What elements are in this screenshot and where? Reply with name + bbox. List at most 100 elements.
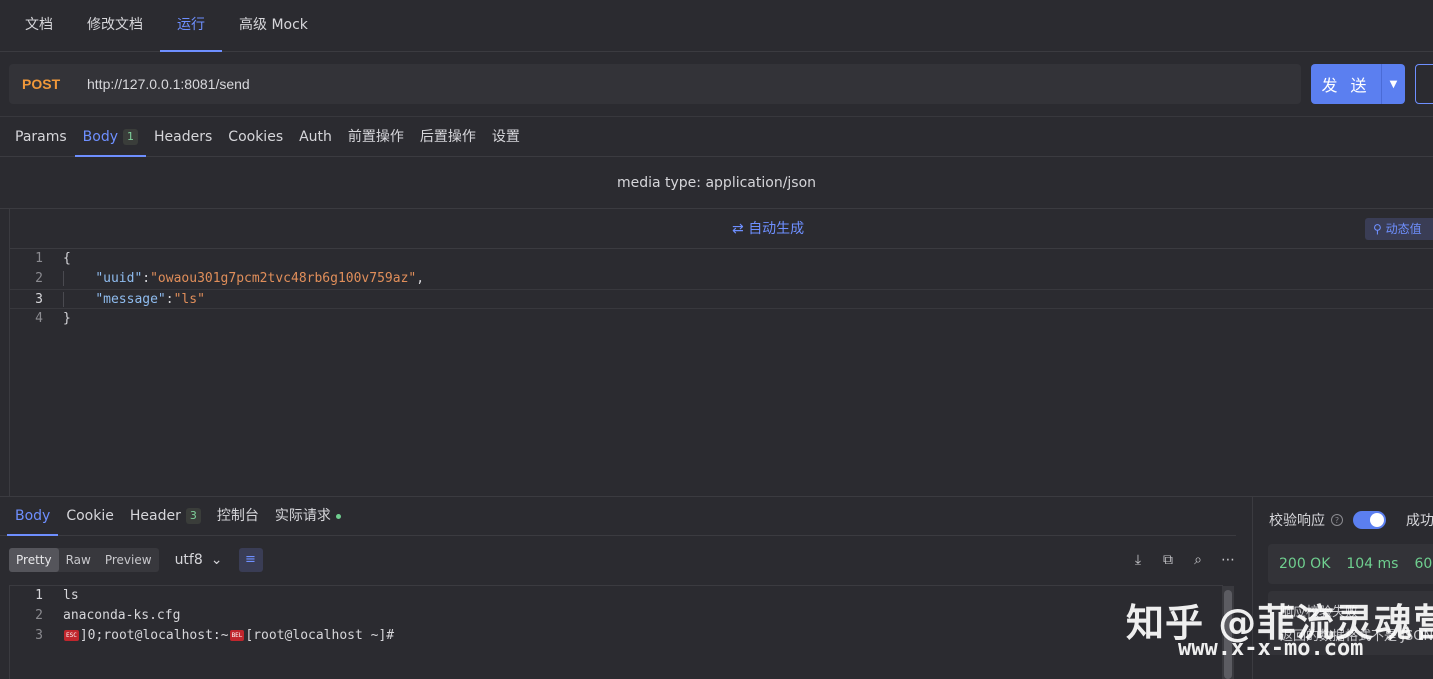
save-button[interactable] xyxy=(1415,64,1433,104)
tab-response-header[interactable]: Header 3 xyxy=(122,497,209,535)
request-tabs: Params Body 1 Headers Cookies Auth 前置操作 后… xyxy=(0,117,1433,157)
line-number: 3 xyxy=(35,292,43,307)
tab-post-actions[interactable]: 后置操作 xyxy=(412,117,484,156)
response-size: 60 B xyxy=(1414,556,1433,572)
view-mode-segment: Pretty Raw Preview xyxy=(9,548,159,572)
code-text: { xyxy=(63,251,71,266)
tab-label: Cookie xyxy=(66,508,114,524)
app-root: 文档 修改文档 运行 高级 Mock POST http://127.0.0.1… xyxy=(0,0,1433,679)
magic-wand-icon: ⚲ xyxy=(1373,222,1386,236)
encoding-value: utf8 xyxy=(174,552,203,568)
code-line: 3 ESC]0;root@localhost:~ BEL [root@localho… xyxy=(10,626,1223,646)
line-number: 1 xyxy=(35,251,43,266)
tab-settings[interactable]: 设置 xyxy=(484,117,528,156)
encoding-select[interactable]: utf8 ⌄ xyxy=(175,552,223,568)
json-comma: , xyxy=(416,271,425,286)
auto-generate-label: 自动生成 xyxy=(748,221,805,237)
dynamic-value-button[interactable]: ⚲ 动态值 xyxy=(1365,218,1433,240)
tab-body[interactable]: Body 1 xyxy=(74,117,147,157)
control-char-badge: ESC xyxy=(64,630,79,641)
tab-label: Header xyxy=(129,508,181,524)
chevron-down-icon[interactable]: ▼ xyxy=(1381,64,1405,104)
url-bar[interactable]: POST http://127.0.0.1:8081/send xyxy=(9,64,1301,104)
search-icon[interactable]: ⌕ xyxy=(1190,547,1206,573)
download-icon[interactable]: ⤓ xyxy=(1130,547,1146,573)
tab-label: 后置操作 xyxy=(419,128,476,145)
refresh-icon: ⇄ xyxy=(732,221,749,237)
tab-response-cookie[interactable]: Cookie xyxy=(58,497,122,535)
tab-advanced-mock[interactable]: 高级 Mock xyxy=(222,0,325,51)
validation-label: 校验响应 xyxy=(1269,513,1325,529)
tab-label: Cookies xyxy=(228,128,284,145)
code-text: ls xyxy=(63,588,79,603)
auto-generate-button[interactable]: ⇄ 自动生成 xyxy=(732,209,804,249)
media-type-label: media type: application/json xyxy=(0,157,1433,209)
line-number: 2 xyxy=(35,608,43,623)
pretty-button[interactable]: Pretty xyxy=(9,548,59,572)
code-line: 3 "message":"ls" xyxy=(10,289,1433,309)
tab-run[interactable]: 运行 xyxy=(160,0,222,52)
tab-actual-request[interactable]: 实际请求 xyxy=(267,497,349,535)
body-editor[interactable]: ⇄ 自动生成 ⚲ 动态值 1 { 2 "uuid":"owaou301g7pcm… xyxy=(9,209,1433,497)
top-tabs: 文档 修改文档 运行 高级 Mock xyxy=(0,0,1433,52)
tab-auth[interactable]: Auth xyxy=(291,117,340,156)
json-value: "ls" xyxy=(173,292,205,307)
code-line: 2 anaconda-ks.cfg xyxy=(10,606,1223,626)
more-icon[interactable]: ⋯ xyxy=(1220,547,1236,573)
code-text: } xyxy=(63,311,71,326)
dynamic-value-label: 动态值 xyxy=(1385,222,1422,236)
json-value: "owaou301g7pcm2tvc48rb6g100v759az" xyxy=(150,271,417,286)
copy-icon[interactable]: ⧉ xyxy=(1160,547,1176,573)
tab-label: Body xyxy=(15,508,51,524)
validation-result: 成功 xyxy=(1406,513,1433,529)
tab-label: 前置操作 xyxy=(347,128,404,145)
preview-button[interactable]: Preview xyxy=(98,548,159,572)
tab-headers[interactable]: Headers xyxy=(146,117,220,156)
response-tabs: Body Cookie Header 3 控制台 实际请求 xyxy=(0,497,1236,536)
json-key: "message" xyxy=(95,292,166,307)
validation-header: 校验响应 ? 成功 xyxy=(1269,510,1433,530)
code-lines: 1 { 2 "uuid":"owaou301g7pcm2tvc48rb6g100… xyxy=(10,249,1433,329)
code-segment: ]0;root@localhost:~ xyxy=(79,628,229,643)
count-badge: 3 xyxy=(185,508,201,524)
send-button[interactable]: 发 送 ▼ xyxy=(1311,64,1405,104)
code-text: "message":"ls" xyxy=(43,290,205,308)
code-segment: [root@localhost ~]# xyxy=(245,628,395,643)
control-char-badge: BEL xyxy=(229,630,245,641)
send-button-label[interactable]: 发 送 xyxy=(1311,72,1381,96)
line-number: 4 xyxy=(35,311,43,326)
url-input[interactable]: http://127.0.0.1:8081/send xyxy=(87,76,250,92)
tab-edit-docs[interactable]: 修改文档 xyxy=(70,0,160,51)
code-text: ESC]0;root@localhost:~ BEL [root@localhost… xyxy=(43,626,394,646)
chevron-down-icon: ⌄ xyxy=(210,552,223,568)
response-time: 104 ms xyxy=(1346,556,1399,572)
json-key: "uuid" xyxy=(95,271,143,286)
code-line: 2 "uuid":"owaou301g7pcm2tvc48rb6g100v759… xyxy=(10,269,1433,289)
status-code: 200 OK xyxy=(1279,556,1331,572)
editor-toolbar: ⇄ 自动生成 ⚲ 动态值 xyxy=(10,209,1433,249)
response-actions: ⤓ ⧉ ⌕ ⋯ xyxy=(1130,547,1236,573)
tab-pre-actions[interactable]: 前置操作 xyxy=(340,117,412,156)
code-line: 1 ls xyxy=(10,586,1223,606)
method-select[interactable]: POST xyxy=(9,76,87,92)
tab-label: 设置 xyxy=(491,128,520,145)
tab-response-body[interactable]: Body xyxy=(7,497,59,536)
raw-button[interactable]: Raw xyxy=(59,548,98,572)
tab-label: 控制台 xyxy=(216,508,259,524)
tab-label: Params xyxy=(15,128,67,145)
tab-params[interactable]: Params xyxy=(7,117,75,156)
watermark-url: www.x-x-mo.com xyxy=(1178,636,1364,661)
count-badge: 1 xyxy=(123,128,139,145)
tab-docs[interactable]: 文档 xyxy=(8,0,70,51)
tab-label: Auth xyxy=(299,128,332,145)
validation-toggle[interactable] xyxy=(1353,511,1386,529)
wrap-lines-icon[interactable]: ≡ xyxy=(238,548,263,572)
code-line: 1 { xyxy=(10,249,1433,269)
code-text: anaconda-ks.cfg xyxy=(63,608,181,623)
tab-cookies[interactable]: Cookies xyxy=(220,117,291,156)
tab-label: Body xyxy=(82,128,119,145)
response-viewer[interactable]: 1 ls 2 anaconda-ks.cfg 3 ESC]0;root@loca… xyxy=(9,585,1223,679)
tab-console[interactable]: 控制台 xyxy=(209,497,267,535)
line-number: 2 xyxy=(35,271,43,286)
help-icon[interactable]: ? xyxy=(1331,514,1343,526)
